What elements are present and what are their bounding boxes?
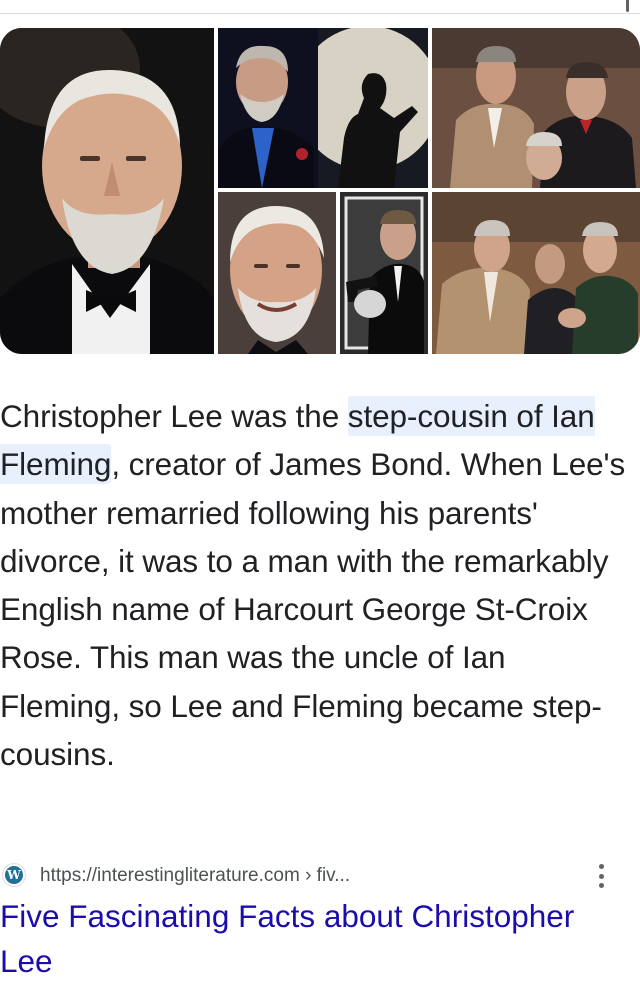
result-snippet: Christopher Lee was the step-cousin of I… bbox=[0, 392, 626, 778]
snippet-text-before: Christopher Lee was the bbox=[0, 398, 348, 434]
snippet-text-after: , creator of James Bond. When Lee's moth… bbox=[0, 446, 626, 773]
menu-dot bbox=[598, 873, 604, 879]
gallery-image-three-men[interactable] bbox=[432, 28, 640, 188]
gallery-image-bond-silhouette[interactable] bbox=[218, 28, 428, 188]
image-gallery bbox=[0, 28, 640, 354]
source-url[interactable]: https://interestingliterature.com › fiv.… bbox=[40, 864, 350, 888]
gallery-image-group-meeting[interactable] bbox=[432, 192, 640, 354]
scrollbar-thumb[interactable] bbox=[626, 0, 629, 12]
wordpress-icon: W bbox=[2, 863, 26, 887]
menu-dot bbox=[598, 864, 604, 869]
menu-dot bbox=[598, 883, 604, 888]
more-vert-icon[interactable] bbox=[591, 862, 611, 890]
gallery-image-bond-actor[interactable] bbox=[340, 192, 428, 354]
gallery-image-portrait[interactable] bbox=[0, 28, 214, 354]
result-title-link[interactable]: Five Fascinating Facts about Christopher… bbox=[0, 894, 600, 984]
result-source[interactable]: W https://interestingliterature.com › fi… bbox=[0, 860, 640, 892]
gallery-image-smiling-portrait[interactable] bbox=[218, 192, 336, 354]
top-divider bbox=[0, 13, 640, 14]
favicon-letter: W bbox=[5, 866, 23, 884]
